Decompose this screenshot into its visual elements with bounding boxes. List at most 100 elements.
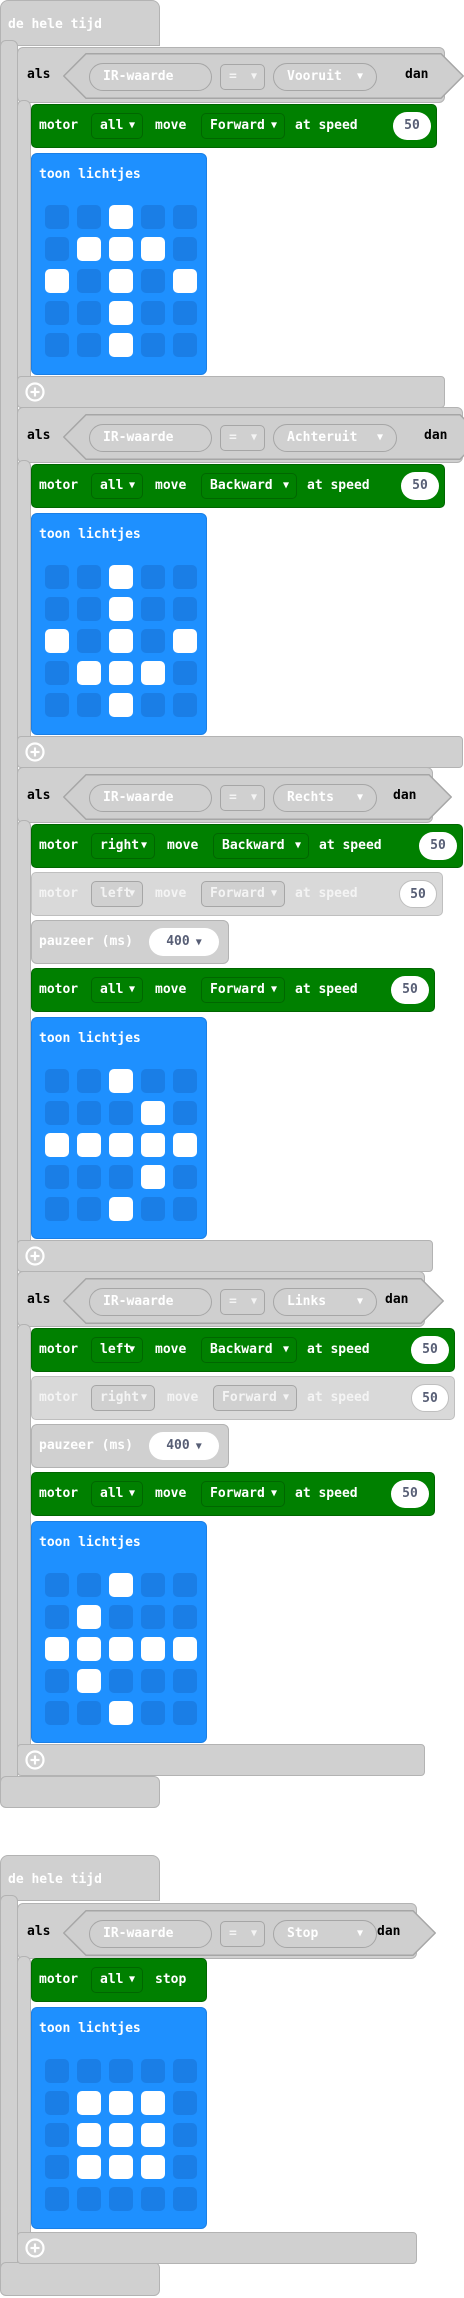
led-cell[interactable] bbox=[77, 1669, 101, 1693]
led-cell[interactable] bbox=[141, 1669, 165, 1693]
add-else-icon[interactable] bbox=[25, 382, 45, 402]
direction-select[interactable]: Backward ▼ bbox=[201, 1337, 297, 1363]
led-cell[interactable] bbox=[173, 2059, 197, 2083]
led-cell[interactable] bbox=[109, 2091, 133, 2115]
led-cell[interactable] bbox=[141, 693, 165, 717]
led-cell[interactable] bbox=[45, 2187, 69, 2211]
led-cell[interactable] bbox=[173, 2123, 197, 2147]
led-cell[interactable] bbox=[45, 1637, 69, 1661]
pause-input[interactable]: 400 ▼ bbox=[149, 928, 219, 956]
motor-select[interactable]: left ▼ bbox=[91, 881, 143, 907]
led-cell[interactable] bbox=[173, 1165, 197, 1189]
led-cell[interactable] bbox=[173, 629, 197, 653]
led-cell[interactable] bbox=[109, 269, 133, 293]
led-cell[interactable] bbox=[109, 2155, 133, 2179]
led-cell[interactable] bbox=[45, 1165, 69, 1189]
led-cell[interactable] bbox=[109, 1573, 133, 1597]
led-cell[interactable] bbox=[141, 1101, 165, 1125]
led-cell[interactable] bbox=[77, 661, 101, 685]
led-cell[interactable] bbox=[173, 2187, 197, 2211]
led-cell[interactable] bbox=[173, 301, 197, 325]
led-cell[interactable] bbox=[109, 1605, 133, 1629]
led-cell[interactable] bbox=[173, 1637, 197, 1661]
led-cell[interactable] bbox=[77, 269, 101, 293]
led-cell[interactable] bbox=[109, 661, 133, 685]
led-cell[interactable] bbox=[45, 565, 69, 589]
led-cell[interactable] bbox=[141, 1133, 165, 1157]
led-cell[interactable] bbox=[77, 565, 101, 589]
led-cell[interactable] bbox=[141, 2123, 165, 2147]
led-cell[interactable] bbox=[109, 1669, 133, 1693]
led-cell[interactable] bbox=[109, 205, 133, 229]
direction-select[interactable]: Forward ▼ bbox=[201, 113, 285, 139]
led-cell[interactable] bbox=[141, 2187, 165, 2211]
direction-select[interactable]: Forward ▼ bbox=[201, 1481, 285, 1507]
led-cell[interactable] bbox=[45, 301, 69, 325]
led-cell[interactable] bbox=[77, 597, 101, 621]
led-cell[interactable] bbox=[77, 333, 101, 357]
led-cell[interactable] bbox=[109, 1197, 133, 1221]
pause-input[interactable]: 400 ▼ bbox=[149, 1432, 219, 1460]
led-cell[interactable] bbox=[77, 2187, 101, 2211]
led-cell[interactable] bbox=[141, 301, 165, 325]
operator-dropdown[interactable]: = ▼ bbox=[220, 1921, 265, 1947]
direction-select[interactable]: Forward ▼ bbox=[201, 977, 285, 1003]
speed-input[interactable]: 50 bbox=[391, 976, 429, 1004]
direction-select[interactable]: Backward ▼ bbox=[213, 833, 309, 859]
led-cell[interactable] bbox=[109, 2059, 133, 2083]
led-cell[interactable] bbox=[77, 2091, 101, 2115]
led-cell[interactable] bbox=[141, 1069, 165, 1093]
led-cell[interactable] bbox=[77, 1605, 101, 1629]
led-cell[interactable] bbox=[109, 301, 133, 325]
add-else-icon[interactable] bbox=[25, 1750, 45, 1770]
speed-input[interactable]: 50 bbox=[391, 1480, 429, 1508]
add-else-icon[interactable] bbox=[25, 1246, 45, 1266]
led-cell[interactable] bbox=[173, 237, 197, 261]
led-cell[interactable] bbox=[173, 1573, 197, 1597]
add-else-icon[interactable] bbox=[25, 2238, 45, 2258]
led-cell[interactable] bbox=[141, 1605, 165, 1629]
led-cell[interactable] bbox=[173, 205, 197, 229]
led-cell[interactable] bbox=[173, 333, 197, 357]
led-cell[interactable] bbox=[77, 2123, 101, 2147]
led-cell[interactable] bbox=[141, 333, 165, 357]
led-cell[interactable] bbox=[173, 269, 197, 293]
led-cell[interactable] bbox=[45, 1133, 69, 1157]
operator-dropdown[interactable]: = ▼ bbox=[220, 64, 265, 90]
led-cell[interactable] bbox=[141, 1197, 165, 1221]
led-cell[interactable] bbox=[77, 1637, 101, 1661]
led-cell[interactable] bbox=[109, 629, 133, 653]
led-cell[interactable] bbox=[77, 205, 101, 229]
led-cell[interactable] bbox=[77, 1197, 101, 1221]
led-cell[interactable] bbox=[109, 597, 133, 621]
led-cell[interactable] bbox=[141, 1165, 165, 1189]
operator-dropdown[interactable]: = ▼ bbox=[220, 1289, 265, 1315]
motor-select[interactable]: all ▼ bbox=[91, 473, 143, 499]
led-cell[interactable] bbox=[141, 661, 165, 685]
led-cell[interactable] bbox=[173, 693, 197, 717]
add-else-icon[interactable] bbox=[25, 742, 45, 762]
led-cell[interactable] bbox=[173, 1701, 197, 1725]
motor-select[interactable]: all ▼ bbox=[91, 113, 143, 139]
led-cell[interactable] bbox=[45, 205, 69, 229]
led-cell[interactable] bbox=[109, 333, 133, 357]
led-cell[interactable] bbox=[45, 1605, 69, 1629]
led-cell[interactable] bbox=[173, 2155, 197, 2179]
led-cell[interactable] bbox=[77, 301, 101, 325]
led-cell[interactable] bbox=[45, 661, 69, 685]
led-cell[interactable] bbox=[45, 1101, 69, 1125]
led-cell[interactable] bbox=[45, 693, 69, 717]
led-cell[interactable] bbox=[173, 1133, 197, 1157]
led-cell[interactable] bbox=[45, 1573, 69, 1597]
led-cell[interactable] bbox=[45, 1669, 69, 1693]
operator-dropdown[interactable]: = ▼ bbox=[220, 425, 265, 451]
led-cell[interactable] bbox=[77, 1101, 101, 1125]
led-cell[interactable] bbox=[45, 237, 69, 261]
motor-select[interactable]: all ▼ bbox=[91, 1481, 143, 1507]
led-cell[interactable] bbox=[45, 597, 69, 621]
speed-input[interactable]: 50 bbox=[393, 112, 431, 140]
led-cell[interactable] bbox=[109, 1165, 133, 1189]
led-cell[interactable] bbox=[45, 2123, 69, 2147]
led-cell[interactable] bbox=[141, 629, 165, 653]
led-cell[interactable] bbox=[141, 565, 165, 589]
